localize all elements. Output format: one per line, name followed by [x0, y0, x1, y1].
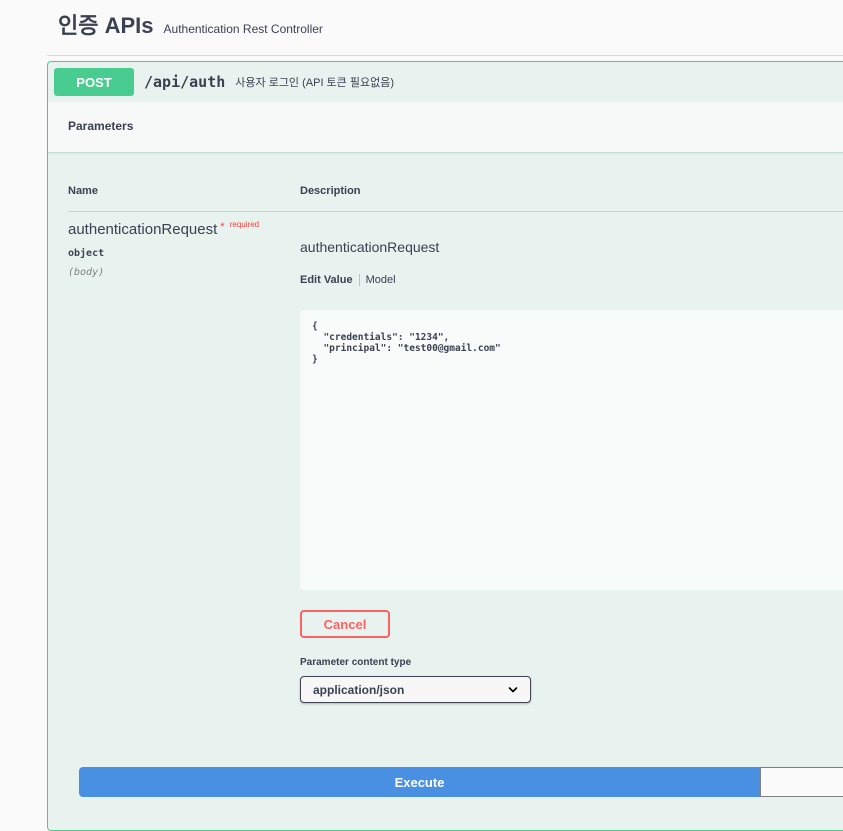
tag-divider	[47, 55, 843, 56]
method-badge: POST	[54, 68, 134, 96]
execute-button[interactable]: Execute	[79, 767, 760, 797]
clear-button[interactable]	[760, 767, 843, 797]
parameter-description: authenticationRequest	[300, 239, 440, 255]
required-star: *	[220, 221, 225, 233]
operation-block-post-auth: POST /api/auth 사용자 로그인 (API 토큰 필요없음) Par…	[47, 61, 843, 831]
tag-header[interactable]: 인증 APIs Authentication Rest Controller	[58, 8, 323, 40]
tag-title[interactable]: 인증 APIs	[58, 8, 154, 40]
parameters-header: Parameters	[48, 102, 843, 153]
request-body-editor[interactable]: { "credentials": "1234", "principal": "t…	[300, 310, 843, 590]
parameter-location: (body)	[68, 267, 105, 278]
parameters-title: Parameters	[68, 119, 134, 133]
parameter-name-text: authenticationRequest	[68, 221, 218, 238]
tab-edit-value[interactable]: Edit Value	[300, 274, 353, 286]
operation-summary-text: 사용자 로그인 (API 토큰 필요없음)	[235, 77, 395, 89]
column-divider	[68, 211, 843, 212]
column-header-description: Description	[300, 185, 361, 197]
tab-model[interactable]: Model	[366, 274, 396, 286]
content-type-select[interactable]: application/json	[300, 676, 531, 703]
content-type-label: Parameter content type	[300, 657, 412, 668]
operation-path: /api/auth	[144, 73, 226, 91]
tag-description: Authentication Rest Controller	[163, 22, 323, 36]
parameter-name: authenticationRequest * required	[68, 220, 260, 238]
column-header-name: Name	[68, 185, 98, 197]
chevron-down-icon	[508, 686, 518, 692]
content-type-selected: application/json	[313, 682, 405, 697]
cancel-button[interactable]: Cancel	[300, 610, 390, 638]
required-label: required	[229, 220, 260, 229]
value-tabs: Edit Value Model	[300, 274, 396, 286]
operation-summary[interactable]: POST /api/auth 사용자 로그인 (API 토큰 필요없음)	[48, 62, 843, 103]
parameter-type: object	[68, 248, 105, 259]
tab-separator	[358, 274, 360, 286]
